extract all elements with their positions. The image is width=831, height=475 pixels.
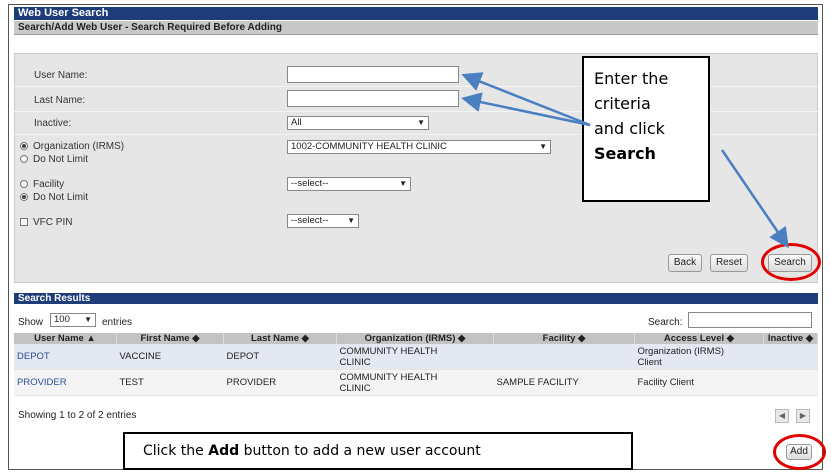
cell-org-line2: CLINIC [339, 356, 371, 368]
results-summary: Showing 1 to 2 of 2 entries [18, 410, 137, 421]
previous-page-icon[interactable]: ◀ [775, 409, 789, 423]
cell-access-level: Organization (IRMS) Client [634, 344, 764, 370]
cell-last-name: PROVIDER [223, 369, 337, 396]
cell-org-line2: CLINIC [339, 382, 371, 394]
col-header-label: Access Level [663, 333, 725, 344]
chevron-down-icon: ▼ [84, 315, 92, 324]
cell-access-line1: Facility Client [637, 377, 695, 388]
col-header-label: Last Name [250, 333, 300, 344]
table-row[interactable]: PROVIDER TEST PROVIDER COMMUNITY HEALTH C… [14, 369, 818, 396]
col-header-label: Inactive [767, 333, 804, 344]
cell-organization: COMMUNITY HEALTH CLINIC [336, 369, 494, 396]
cell-org-line1: COMMUNITY HEALTH [339, 371, 438, 383]
show-label: Show [18, 317, 44, 328]
col-header-label: Organization (IRMS) [364, 333, 456, 344]
col-access-level[interactable]: Access Level ◆ [634, 333, 764, 344]
page-size-value: 100 [54, 314, 70, 325]
results-search-label: Search: [648, 317, 683, 328]
add-callout-post: button to add a new user account [239, 443, 481, 459]
col-user-name[interactable]: User Name ▲ [14, 333, 117, 344]
cell-inactive [763, 369, 818, 396]
col-header-label: User Name [34, 333, 84, 344]
entries-label: entries [102, 317, 133, 328]
cell-access-line1: Organization (IRMS) [637, 345, 725, 357]
add-callout: Click the Add button to add a new user a… [123, 432, 633, 470]
cell-last-name: DEPOT [223, 344, 337, 370]
table-row[interactable]: DEPOT VACCINE DEPOT COMMUNITY HEALTH CLIN… [14, 344, 818, 370]
cell-user-name[interactable]: DEPOT [14, 344, 117, 370]
annotation-arrows [461, 72, 789, 249]
results-search-input[interactable] [688, 312, 812, 328]
cell-first-name: VACCINE [116, 344, 224, 370]
cell-facility: SAMPLE FACILITY [493, 369, 635, 396]
col-header-label: First Name [140, 333, 190, 344]
cell-inactive [763, 344, 818, 370]
table-header-row: User Name ▲ First Name ◆ Last Name ◆ Org… [14, 333, 818, 344]
cell-user-name[interactable]: PROVIDER [14, 369, 117, 396]
col-inactive[interactable]: Inactive ◆ [763, 333, 818, 344]
add-highlight-ellipse [773, 434, 826, 470]
search-results-title: Search Results [14, 293, 818, 304]
results-table: User Name ▲ First Name ◆ Last Name ◆ Org… [14, 333, 818, 396]
arrow-to-search [720, 149, 789, 249]
col-first-name[interactable]: First Name ◆ [116, 333, 224, 344]
page-size-select[interactable]: 100 ▼ [50, 313, 96, 327]
add-callout-pre: Click the [143, 443, 209, 459]
cell-access-line2: Client [637, 356, 662, 368]
col-facility[interactable]: Facility ◆ [493, 333, 635, 344]
next-page-icon[interactable]: ▶ [796, 409, 810, 423]
cell-access-level: Facility Client [634, 369, 764, 396]
arrow-to-user-name [461, 72, 591, 127]
cell-org-line1: COMMUNITY HEALTH [339, 345, 438, 357]
arrow-to-last-name [461, 92, 591, 127]
cell-first-name: TEST [116, 369, 224, 396]
col-header-label: Facility [542, 333, 576, 344]
col-last-name[interactable]: Last Name ◆ [223, 333, 337, 344]
col-organization[interactable]: Organization (IRMS) ◆ [336, 333, 494, 344]
add-callout-bold: Add [208, 443, 240, 459]
cell-organization: COMMUNITY HEALTH CLINIC [336, 344, 494, 370]
cell-facility [493, 344, 635, 370]
